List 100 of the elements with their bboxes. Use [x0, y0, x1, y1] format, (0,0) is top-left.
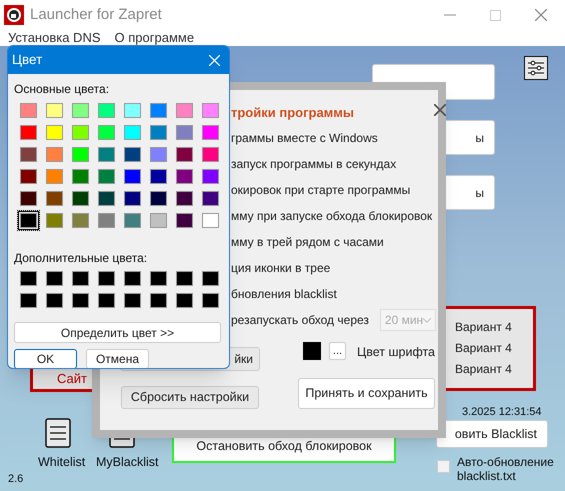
- color-swatch[interactable]: [44, 189, 65, 208]
- color-swatch[interactable]: [18, 101, 39, 120]
- color-swatch[interactable]: [70, 101, 91, 120]
- menu-item[interactable]: Установка DNS: [8, 28, 101, 48]
- color-swatch[interactable]: [148, 189, 169, 208]
- color-swatch[interactable]: [18, 145, 39, 164]
- color-swatch[interactable]: [96, 189, 117, 208]
- maximize-icon: [490, 10, 501, 20]
- color-swatch[interactable]: [200, 211, 221, 230]
- option-label: граммы вместе с Windows: [231, 130, 378, 147]
- color-swatch[interactable]: [174, 291, 195, 310]
- color-swatch[interactable]: [44, 291, 65, 310]
- color-swatch[interactable]: [200, 189, 221, 208]
- color-swatch[interactable]: [70, 145, 91, 164]
- color-swatch[interactable]: [18, 167, 39, 186]
- app-logo-icon: [4, 5, 24, 25]
- color-swatch[interactable]: [18, 189, 39, 208]
- chevron-down-icon: [423, 318, 431, 322]
- color-swatch[interactable]: [70, 291, 91, 310]
- color-swatch[interactable]: [148, 269, 169, 288]
- color-swatch[interactable]: [44, 145, 65, 164]
- save-button[interactable]: Принять и сохранить: [298, 378, 435, 409]
- list-label[interactable]: Whitelist: [38, 453, 86, 472]
- section-label: Дополнительные цвета:: [14, 250, 148, 266]
- color-swatch[interactable]: [44, 123, 65, 142]
- option-label: бновления blacklist: [231, 286, 337, 303]
- color-swatch[interactable]: [70, 189, 91, 208]
- color-swatch[interactable]: [174, 189, 195, 208]
- browse-button[interactable]: ...: [329, 342, 346, 360]
- reset-settings-button[interactable]: Сбросить настройки: [121, 386, 259, 409]
- list-label[interactable]: MyBlacklist: [96, 453, 159, 472]
- settings-icon[interactable]: [524, 56, 548, 80]
- color-swatch[interactable]: [174, 167, 195, 186]
- color-swatch[interactable]: [148, 123, 169, 142]
- color-swatch[interactable]: [122, 145, 143, 164]
- checkbox-label: Авто-обновление blacklist.txt: [457, 455, 555, 483]
- menu-item[interactable]: О программе: [114, 28, 194, 48]
- close-icon: [434, 104, 446, 116]
- update-blacklist-button[interactable]: овить Blacklist: [436, 420, 548, 448]
- color-swatch[interactable]: [70, 211, 91, 230]
- color-swatch[interactable]: [44, 269, 65, 288]
- option-label: резапускать обход через: [231, 312, 369, 329]
- timestamp-text: 3.2025 12:31:54: [462, 405, 542, 420]
- color-swatch[interactable]: [44, 101, 65, 120]
- color-swatch[interactable]: [70, 167, 91, 186]
- color-swatch[interactable]: [148, 101, 169, 120]
- close-icon: [535, 9, 547, 21]
- color-swatch[interactable]: [200, 101, 221, 120]
- color-swatch[interactable]: [70, 123, 91, 142]
- color-swatch[interactable]: [96, 101, 117, 120]
- cancel-button[interactable]: Отмена: [86, 349, 149, 368]
- color-swatch[interactable]: [18, 291, 39, 310]
- option-label: мму в трей рядом с часами: [231, 234, 384, 251]
- color-swatch[interactable]: [122, 167, 143, 186]
- option-label: запуск программы в секундах: [231, 156, 396, 173]
- color-swatch[interactable]: [122, 123, 143, 142]
- color-swatch[interactable]: [148, 167, 169, 186]
- color-swatch[interactable]: [122, 101, 143, 120]
- list-icon: [45, 418, 71, 448]
- color-swatch[interactable]: [174, 101, 195, 120]
- checkbox[interactable]: [437, 460, 450, 473]
- define-color-button[interactable]: Определить цвет >>: [14, 322, 221, 343]
- color-swatch[interactable]: [96, 145, 117, 164]
- window-title: Launcher for Zapret: [30, 4, 162, 25]
- color-swatch[interactable]: [96, 167, 117, 186]
- color-swatch[interactable]: [122, 269, 143, 288]
- color-swatch[interactable]: [174, 123, 195, 142]
- color-swatch[interactable]: [200, 145, 221, 164]
- color-swatch[interactable]: [174, 211, 195, 230]
- color-swatch[interactable]: [96, 123, 117, 142]
- color-swatch[interactable]: [96, 291, 117, 310]
- color-swatch[interactable]: [122, 291, 143, 310]
- color-swatch[interactable]: [96, 269, 117, 288]
- color-swatch[interactable]: [18, 211, 39, 230]
- option-label: Вариант 4: [455, 320, 513, 335]
- color-swatch[interactable]: [44, 211, 65, 230]
- color-swatch[interactable]: [200, 269, 221, 288]
- color-swatch[interactable]: [200, 291, 221, 310]
- color-swatch[interactable]: [18, 123, 39, 142]
- color-swatch[interactable]: [122, 211, 143, 230]
- ok-button[interactable]: OK: [14, 349, 77, 368]
- color-swatch[interactable]: [96, 211, 117, 230]
- color-swatch[interactable]: [148, 145, 169, 164]
- color-swatch[interactable]: [122, 189, 143, 208]
- color-swatch[interactable]: [70, 269, 91, 288]
- close-icon: [209, 54, 220, 66]
- color-swatch[interactable]: [44, 167, 65, 186]
- color-swatch[interactable]: [148, 291, 169, 310]
- dialog-title: Цвет: [12, 50, 42, 69]
- version-text: 2.6: [8, 472, 24, 487]
- color-swatch[interactable]: [200, 167, 221, 186]
- font-color-label: Цвет шрифта: [357, 344, 435, 361]
- section-label: Основные цвета:: [14, 81, 110, 98]
- option-label: Вариант 4: [455, 362, 513, 377]
- color-swatch[interactable]: [148, 211, 169, 230]
- color-swatch[interactable]: [174, 269, 195, 288]
- color-swatch[interactable]: [174, 145, 195, 164]
- option-label: Вариант 4: [455, 341, 513, 356]
- color-swatch[interactable]: [200, 123, 221, 142]
- color-swatch[interactable]: [18, 269, 39, 288]
